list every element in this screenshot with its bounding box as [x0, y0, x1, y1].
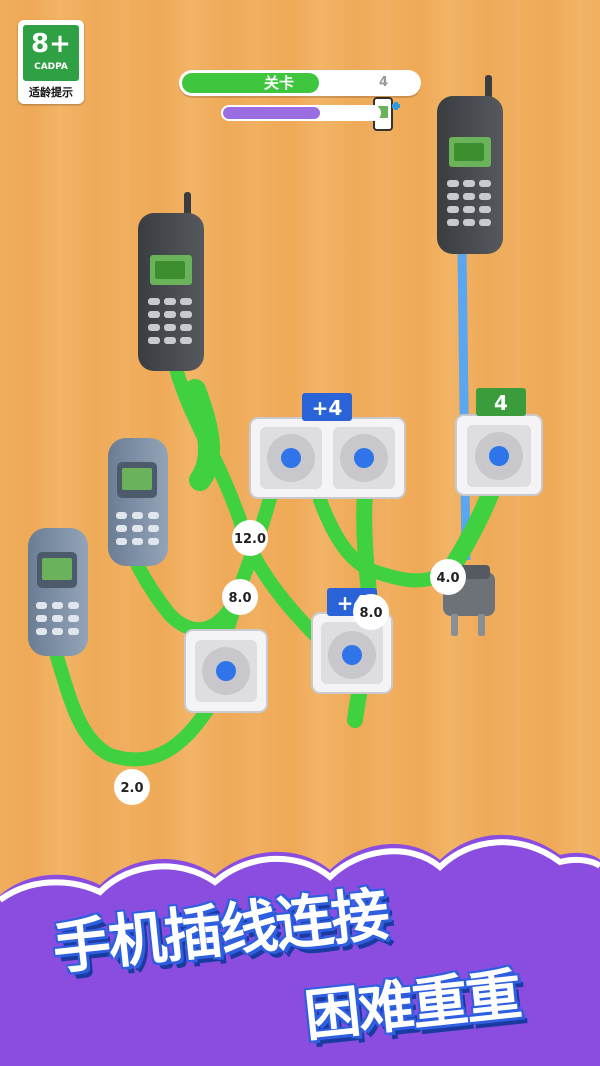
cable-label-8-middle: 8.0 [353, 594, 389, 630]
age-rating-tip: 适龄提示 [29, 86, 73, 99]
phone-gray-lower[interactable] [28, 528, 88, 656]
cable-label-8-left-text: 8.0 [228, 591, 251, 606]
socket-badge-right-text: 4 [494, 391, 508, 415]
cable-label-2-text: 2.0 [120, 781, 143, 796]
cable-label-8-middle-text: 8.0 [359, 606, 382, 621]
double-socket[interactable] [249, 417, 406, 499]
cable-label-4-text: 4.0 [436, 571, 459, 586]
age-rating-top: 8+ CADPA [23, 25, 79, 81]
cable-label-2: 2.0 [114, 769, 150, 805]
level-label: 关卡 [263, 74, 294, 92]
age-rating-org: CADPA [34, 62, 68, 72]
level-progress-bar: 关卡 4 [179, 70, 421, 96]
socket-badge-double: +4 [302, 393, 352, 421]
socket-badge-right: 4 [476, 388, 526, 416]
cable-label-4: 4.0 [430, 559, 466, 595]
charge-progress-bar [221, 105, 381, 121]
cable-label-12-text: 12.0 [234, 532, 266, 547]
socket-top-right[interactable] [455, 414, 543, 496]
charge-progress-fill [223, 107, 320, 119]
socket-left[interactable] [184, 629, 268, 713]
age-rating-number: 8+ [31, 29, 71, 59]
phone-gray-upper[interactable] [108, 438, 168, 566]
age-rating-badge: 8+ CADPA 适龄提示 [18, 20, 84, 104]
blue-cable[interactable] [457, 249, 471, 561]
cable-label-8-left: 8.0 [222, 579, 258, 615]
level-number: 4 [379, 75, 389, 90]
phone-dark-middle[interactable] [138, 192, 204, 371]
cable-label-12: 12.0 [232, 520, 268, 556]
socket-badge-double-text: +4 [312, 396, 343, 420]
phone-dark-right[interactable] [437, 75, 503, 254]
